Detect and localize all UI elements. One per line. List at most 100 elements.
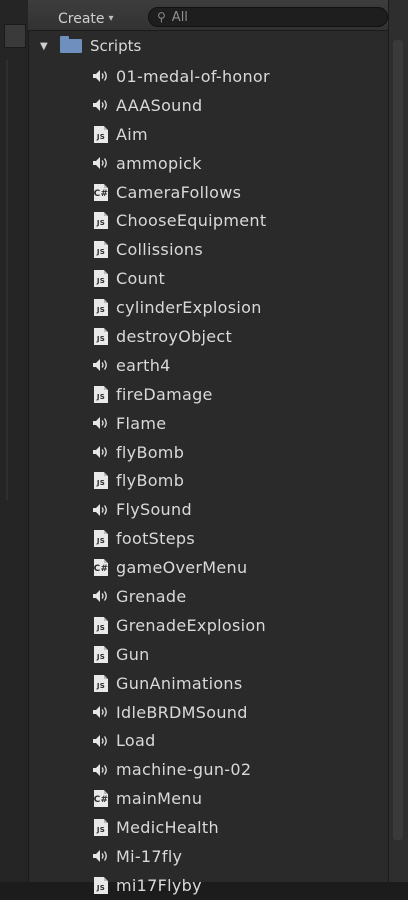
vertical-scrollbar[interactable]: [388, 0, 408, 882]
tree-item-label: ammopick: [116, 153, 202, 173]
tree-item-label: IdleBRDMSound: [116, 702, 248, 722]
tree-item[interactable]: AAASound: [92, 91, 270, 120]
tree-item-label: Collissions: [116, 240, 203, 260]
tree-item[interactable]: JS cylinderExplosion: [92, 293, 270, 322]
tree-item[interactable]: ammopick: [92, 149, 270, 178]
tree-item[interactable]: Load: [92, 726, 270, 755]
left-gutter: [0, 0, 29, 882]
audio-file-icon: [92, 156, 110, 170]
audio-file-icon: [92, 589, 110, 603]
audio-file-icon: [92, 734, 110, 748]
tree-item-label: footSteps: [116, 529, 195, 549]
tree-item-label: mi17Flyby: [116, 875, 202, 895]
audio-file-icon: [92, 763, 110, 777]
gutter-tab[interactable]: [4, 24, 26, 48]
tree-item-label: Count: [116, 269, 166, 289]
tree-item[interactable]: JS footSteps: [92, 524, 270, 553]
tree-item[interactable]: JS flyBomb: [92, 466, 270, 495]
tree-item[interactable]: JS Gun: [92, 640, 270, 669]
tree-item-label: CameraFollows: [116, 182, 242, 202]
search-input[interactable]: [169, 8, 354, 26]
search-field[interactable]: ⚲: [148, 7, 388, 27]
tree-item-label: Mi-17fly: [116, 846, 183, 866]
javascript-script-icon: JS: [92, 674, 110, 692]
tree-item[interactable]: C# gameOverMenu: [92, 553, 270, 582]
tree-item[interactable]: Grenade: [92, 582, 270, 611]
javascript-script-icon: JS: [92, 270, 110, 288]
tree-item-label: GrenadeExplosion: [116, 615, 266, 635]
tree-item[interactable]: FlySound: [92, 495, 270, 524]
tree-item[interactable]: JS mi17Flyby: [92, 871, 270, 900]
tree-item[interactable]: JS Aim: [92, 120, 270, 149]
tree-item-label: Gun: [116, 644, 150, 664]
tree-item[interactable]: Mi-17fly: [92, 842, 270, 871]
create-button[interactable]: Create ▾: [54, 10, 118, 28]
tree-item[interactable]: JS MedicHealth: [92, 813, 270, 842]
chevron-down-icon: ▾: [108, 13, 114, 24]
tree-item[interactable]: machine-gun-02: [92, 755, 270, 784]
audio-file-icon: [92, 98, 110, 112]
tree-item[interactable]: flyBomb: [92, 438, 270, 467]
audio-file-icon: [92, 416, 110, 430]
tree-item[interactable]: JS Collissions: [92, 235, 270, 264]
javascript-script-icon: JS: [92, 530, 110, 548]
audio-file-icon: [92, 445, 110, 459]
javascript-script-icon: JS: [92, 327, 110, 345]
search-icon: ⚲: [157, 10, 166, 24]
tree-item-list: 01-medal-of-honor AAASound JS Aim ammopick C#…: [92, 62, 270, 900]
javascript-script-icon: JS: [92, 241, 110, 259]
tree-item[interactable]: 01-medal-of-honor: [92, 62, 270, 91]
tree-item[interactable]: JS ChooseEquipment: [92, 206, 270, 235]
tree-item[interactable]: JS destroyObject: [92, 322, 270, 351]
tree-folder-scripts[interactable]: ▼ Scripts: [40, 34, 141, 58]
tree-item-label: Flame: [116, 413, 167, 433]
javascript-script-icon: JS: [92, 645, 110, 663]
tree-item-label: flyBomb: [116, 442, 185, 462]
csharp-script-icon: C#: [92, 790, 110, 808]
audio-file-icon: [92, 69, 110, 83]
javascript-script-icon: JS: [92, 212, 110, 230]
javascript-script-icon: JS: [92, 819, 110, 837]
project-panel: Create ▾ ⚲ ▼ Scripts 01-medal-of-honor AA…: [0, 0, 408, 895]
tree-item[interactable]: JS fireDamage: [92, 380, 270, 409]
folder-icon: [60, 36, 82, 53]
tree-item-label: 01-medal-of-honor: [116, 66, 270, 86]
tree-item-label: ChooseEquipment: [116, 211, 267, 231]
audio-file-icon: [92, 503, 110, 517]
javascript-script-icon: JS: [92, 876, 110, 894]
tree-item-label: flyBomb: [116, 471, 185, 491]
tree-item-label: Aim: [116, 124, 148, 144]
tree-item[interactable]: earth4: [92, 351, 270, 380]
tree-item-label: GunAnimations: [116, 673, 243, 693]
tree-item-label: cylinderExplosion: [116, 298, 262, 318]
expand-arrow-icon[interactable]: ▼: [40, 41, 54, 52]
tree-item-label: machine-gun-02: [116, 760, 252, 780]
tree-item[interactable]: IdleBRDMSound: [92, 698, 270, 727]
tree-item[interactable]: C# mainMenu: [92, 784, 270, 813]
audio-file-icon: [92, 705, 110, 719]
tree-item-label: AAASound: [116, 95, 203, 115]
csharp-script-icon: C#: [92, 559, 110, 577]
gutter-divider: [6, 60, 8, 500]
tree-item[interactable]: JS GunAnimations: [92, 669, 270, 698]
audio-file-icon: [92, 358, 110, 372]
tree-item[interactable]: C# CameraFollows: [92, 178, 270, 207]
tree-item-label: fireDamage: [116, 384, 213, 404]
javascript-script-icon: JS: [92, 385, 110, 403]
tree-item-label: earth4: [116, 355, 171, 375]
tree-item[interactable]: JS GrenadeExplosion: [92, 611, 270, 640]
tree-item-label: Load: [116, 731, 156, 751]
tree-item-label: Grenade: [116, 586, 187, 606]
javascript-script-icon: JS: [92, 299, 110, 317]
scroll-thumb[interactable]: [393, 40, 403, 840]
tree-item-label: destroyObject: [116, 326, 233, 346]
tree-item[interactable]: Flame: [92, 409, 270, 438]
project-toolbar: Create ▾ ⚲: [28, 0, 388, 31]
tree-item-label: FlySound: [116, 500, 192, 520]
create-button-label: Create: [58, 11, 105, 27]
javascript-script-icon: JS: [92, 472, 110, 490]
tree-item-label: MedicHealth: [116, 818, 219, 838]
tree-item[interactable]: JS Count: [92, 264, 270, 293]
tree-item-label: mainMenu: [116, 789, 203, 809]
tree-item-label: gameOverMenu: [116, 558, 248, 578]
